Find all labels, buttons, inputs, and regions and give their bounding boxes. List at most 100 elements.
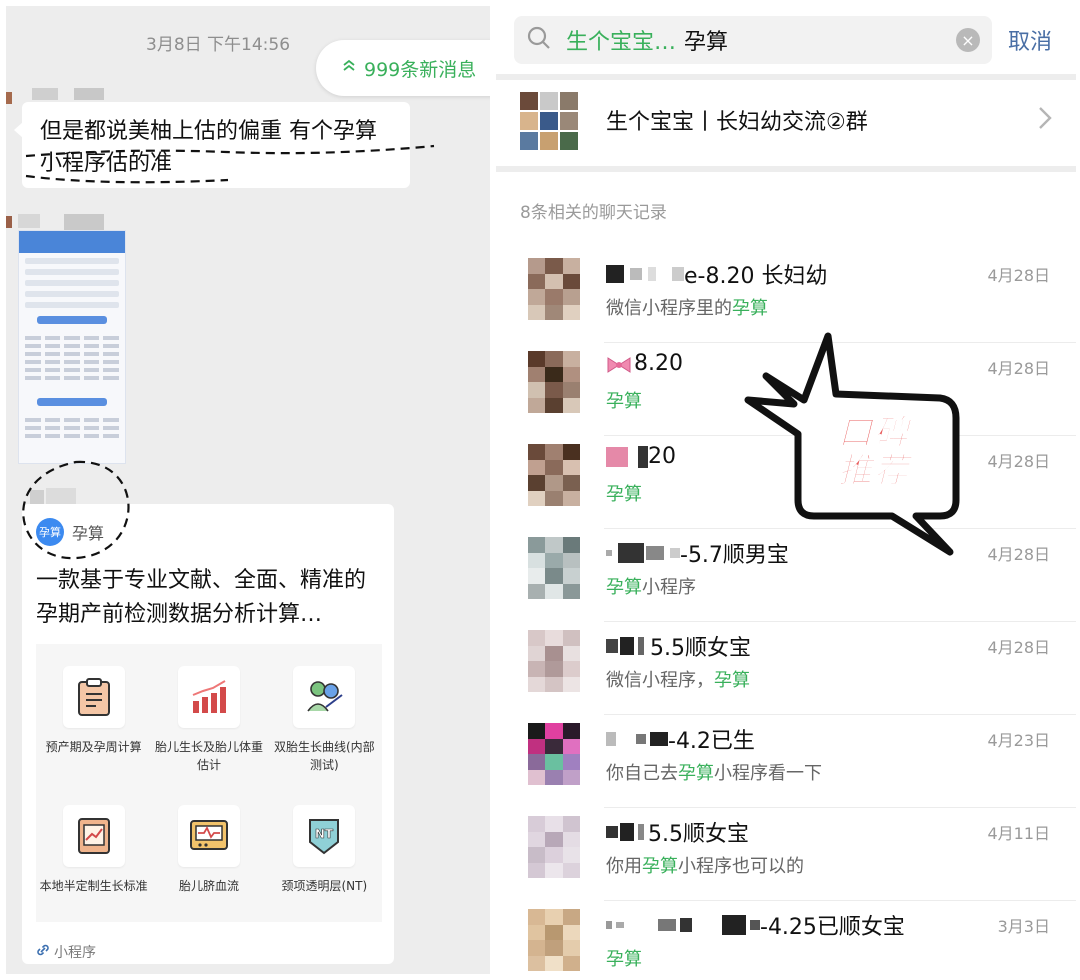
search-query: 生个宝宝… 孕算 [566, 24, 728, 56]
cancel-button[interactable]: 取消 [1008, 24, 1052, 56]
avatar [528, 258, 580, 320]
snippet-highlight: 孕算 [606, 577, 642, 598]
record-snippet: 微信小程序，孕算 [606, 666, 750, 692]
mini-program-brand: 孕算 孕算 [36, 518, 104, 546]
snippet-text: 小程序看一下 [714, 763, 822, 784]
snippet-highlight: 孕算 [606, 949, 642, 970]
record-sender: 20 [606, 444, 676, 469]
search-chip-group[interactable]: 生个宝宝… [566, 30, 676, 55]
chat-timestamp: 3月8日 下午14:56 [146, 35, 291, 55]
record-sender-name: 8.20 [634, 351, 683, 376]
snippet-highlight: 孕算 [606, 484, 642, 505]
mini-program-card[interactable]: 孕算 孕算 一款基于专业文献、全面、精准的孕期产前检测数据分析计算… 预产期及孕… [22, 504, 394, 964]
avatar [528, 537, 580, 599]
clear-icon[interactable]: × [956, 28, 980, 52]
nt-shield-icon: NT [293, 805, 356, 867]
record-sender: e-8.20 长妇幼 [606, 258, 827, 290]
svg-text:NT: NT [315, 827, 334, 841]
search-bar: 生个宝宝… 孕算 × 取消 [496, 6, 1076, 74]
record-date: 4月28日 [987, 359, 1050, 378]
blurred-sender-name [18, 214, 40, 228]
sticker-line-2: 推荐 [838, 451, 910, 491]
chevron-right-icon [1038, 106, 1052, 136]
record-sender-name: -4.25已顺女宝 [760, 915, 905, 940]
record-sender: 5.5顺女宝 [606, 630, 751, 662]
avatar [528, 723, 580, 785]
bow-icon [606, 355, 632, 373]
search-input[interactable]: 生个宝宝… 孕算 × [514, 16, 992, 64]
record-sender-name: -5.7顺男宝 [680, 543, 789, 568]
chat-panel: 3月8日 下午14:56 999条新消息 但是都说美柚上估的偏重 有个孕算小程序… [6, 6, 490, 974]
record-row[interactable]: 5.5顺女宝 4月28日 微信小程序，孕算 [496, 622, 1076, 715]
record-snippet: 孕算 [606, 387, 642, 413]
snippet-highlight: 孕算 [678, 763, 714, 784]
record-row[interactable]: 8.20 4月28日 孕算 [496, 343, 1076, 436]
mini-program-name: 孕算 [72, 524, 105, 543]
record-date: 4月11日 [987, 824, 1050, 843]
record-sender: 8.20 [606, 351, 683, 376]
record-date: 4月28日 [987, 638, 1050, 657]
avatar[interactable] [6, 216, 12, 228]
new-messages-label: 999条新消息 [364, 58, 477, 81]
record-row[interactable]: -5.7顺男宝 4月28日 孕算小程序 [496, 529, 1076, 622]
link-icon [36, 943, 50, 961]
blurred-sender-name [74, 88, 104, 100]
avatar [528, 351, 580, 413]
avatar [528, 630, 580, 692]
growth-card-icon [62, 805, 125, 867]
sticker-text: 口碑 推荐 [822, 414, 926, 491]
blurred-sender-name [64, 214, 104, 230]
new-messages-button[interactable]: 999条新消息 [316, 40, 490, 96]
snippet-text: 你自己去 [606, 763, 678, 784]
snippet-highlight: 孕算 [642, 856, 678, 877]
group-result-row[interactable]: 生个宝宝丨长妇幼交流②群 [496, 80, 1076, 166]
tool-twin-growth[interactable]: 双胎生长曲线(内部测试) [267, 644, 382, 783]
record-sender-name: 20 [648, 444, 676, 469]
record-row[interactable]: 5.5顺女宝 4月11日 你用孕算小程序也可以的 [496, 808, 1076, 901]
app-logo-icon: 孕算 [36, 518, 64, 546]
tool-due-date[interactable]: 预产期及孕周计算 [36, 644, 151, 783]
record-sender-name: e-8.20 长妇幼 [684, 264, 828, 289]
double-chevron-up-icon [342, 58, 356, 76]
tool-label: 预产期及孕周计算 [45, 740, 142, 754]
tool-umbilical-flow[interactable]: 胎儿脐血流 [151, 783, 266, 922]
snippet-text: 小程序 [642, 577, 696, 598]
record-date: 4月28日 [987, 545, 1050, 564]
record-row[interactable]: 20 4月28日 孕算 [496, 436, 1076, 529]
tool-local-standard[interactable]: 本地半定制生长标准 [36, 783, 151, 922]
record-snippet: 微信小程序里的孕算 [606, 294, 768, 320]
snippet-highlight: 孕算 [732, 298, 768, 319]
record-date: 4月28日 [987, 266, 1050, 285]
record-row[interactable]: -4.2已生 4月23日 你自己去孕算小程序看一下 [496, 715, 1076, 808]
avatar[interactable] [6, 92, 12, 104]
tool-nt[interactable]: NT 颈项透明层(NT) [267, 783, 382, 922]
tool-label: 胎儿生长及胎儿体重估计 [154, 740, 263, 772]
record-date: 4月28日 [987, 452, 1050, 471]
snippet-text: 微信小程序， [606, 670, 714, 691]
chat-message-bubble[interactable]: 但是都说美柚上估的偏重 有个孕算小程序估的准 [22, 102, 410, 188]
record-row[interactable]: e-8.20 长妇幼 4月28日 微信小程序里的孕算 [496, 250, 1076, 343]
tool-label: 双胎生长曲线(内部测试) [273, 740, 375, 772]
record-sender: -5.7顺男宝 [606, 537, 789, 569]
bar-chart-icon [177, 666, 240, 728]
shared-screenshot-image[interactable] [18, 230, 126, 464]
record-date: 3月3日 [997, 917, 1050, 936]
mini-program-footer: 小程序 [36, 942, 96, 962]
snippet-text: 你用 [606, 856, 642, 877]
group-avatar [520, 92, 578, 150]
tool-grid: 预产期及孕周计算 胎儿生长及胎儿体重估计 双胎生长曲线(内部测试) 本地半定制生… [36, 644, 382, 922]
blurred-sender-name [30, 490, 44, 504]
record-sender-name: -4.2已生 [668, 729, 755, 754]
record-snippet: 你用孕算小程序也可以的 [606, 852, 804, 878]
snippet-highlight: 孕算 [714, 670, 750, 691]
tool-fetal-growth[interactable]: 胎儿生长及胎儿体重估计 [151, 644, 266, 783]
record-sender: -4.25已顺女宝 [606, 909, 905, 941]
record-snippet: 孕算 [606, 945, 642, 971]
search-icon [526, 25, 552, 55]
record-sender-name: 5.5顺女宝 [650, 636, 751, 661]
clipboard-icon [62, 666, 125, 728]
monitor-icon [177, 805, 240, 867]
avatar [528, 909, 580, 971]
record-row[interactable]: -4.25已顺女宝 3月3日 孕算 [496, 901, 1076, 974]
snippet-highlight: 孕算 [606, 391, 642, 412]
